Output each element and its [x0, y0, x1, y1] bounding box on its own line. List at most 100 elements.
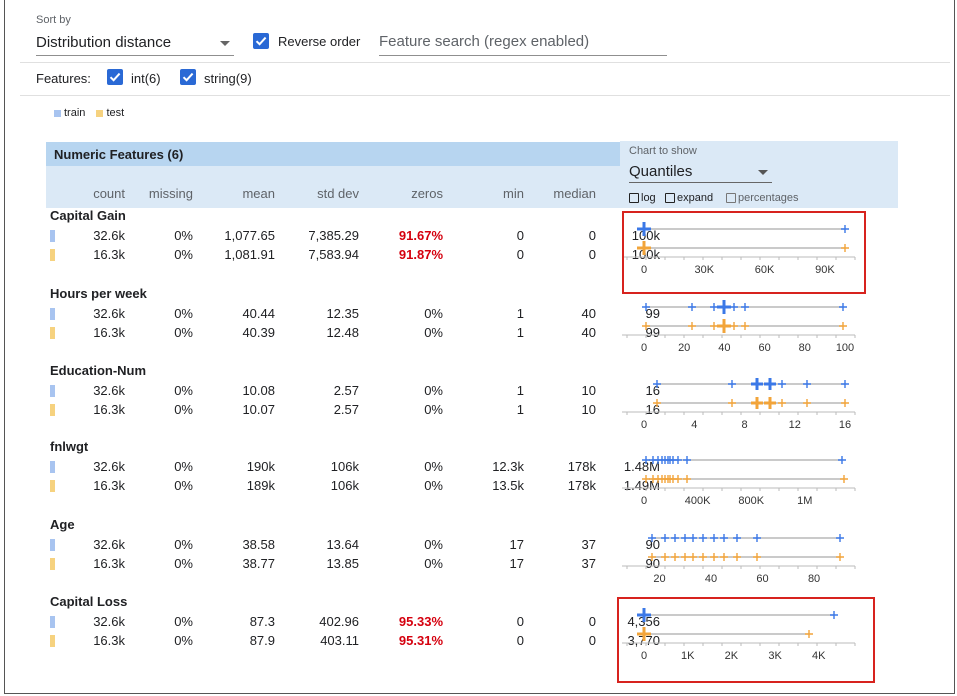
chart-type-select[interactable]: Quantiles	[629, 160, 772, 183]
cell-max: 99	[645, 325, 660, 340]
sort-by-select[interactable]: Distribution distance	[36, 30, 234, 56]
features-int-label: int(6)	[131, 71, 161, 86]
chart-type-value: Quantiles	[629, 163, 693, 180]
cell-mean: 87.3	[249, 614, 275, 629]
log-toggle[interactable]: log	[629, 192, 656, 204]
cell-zeros: 0%	[424, 402, 443, 417]
cell-missing: 0%	[174, 383, 193, 398]
table-title: Numeric Features (6)	[54, 147, 184, 162]
cell-max: 16	[645, 402, 660, 417]
checkbox-icon[interactable]	[726, 193, 736, 204]
cell-zeros: 0%	[424, 325, 443, 340]
cell-zeros: 0%	[424, 383, 443, 398]
cell-missing: 0%	[174, 402, 193, 417]
column-header-mean[interactable]: mean	[195, 186, 275, 201]
feature-search[interactable]	[379, 30, 667, 56]
percentages-toggle[interactable]: percentages	[726, 192, 799, 204]
cell-missing: 0%	[174, 325, 193, 340]
divider	[20, 62, 950, 63]
expand-label: expand	[677, 192, 714, 205]
cell-std-dev: 402.96	[319, 614, 359, 629]
cell-zeros: 95.33%	[398, 614, 443, 629]
cell-max: 1.49M	[623, 478, 660, 493]
cell-min: 0	[516, 633, 524, 648]
cell-min: 1	[516, 402, 524, 417]
cell-mean: 10.08	[242, 383, 275, 398]
cell-min: 17	[509, 556, 524, 571]
checkbox-checked-icon[interactable]	[107, 69, 123, 85]
cell-max: 99	[645, 306, 660, 321]
cell-std-dev: 106k	[330, 459, 359, 474]
cell-min: 1	[516, 306, 524, 321]
cell-mean: 189k	[246, 478, 275, 493]
cell-mean: 40.39	[242, 325, 275, 340]
cell-zeros: 0%	[424, 537, 443, 552]
checkbox-icon[interactable]	[665, 193, 675, 204]
cell-zeros: 0%	[424, 306, 443, 321]
cell-min: 0	[516, 614, 524, 629]
cell-mean: 38.77	[242, 556, 275, 571]
divider	[20, 95, 950, 96]
column-header-min[interactable]: min	[444, 186, 524, 201]
cell-mean: 40.44	[242, 306, 275, 321]
cell-min: 13.5k	[492, 478, 524, 493]
chart-to-show-label: Chart to show	[629, 145, 697, 157]
cell-missing: 0%	[174, 459, 193, 474]
cell-mean: 190k	[246, 459, 275, 474]
checkbox-checked-icon[interactable]	[180, 69, 196, 85]
legend-train-swatch	[54, 109, 61, 117]
reverse-order-label: Reverse order	[278, 34, 361, 49]
feature-name: Education-Num	[50, 363, 147, 378]
cell-missing: 0%	[174, 478, 193, 493]
column-header-missing[interactable]: missing	[113, 186, 193, 201]
cell-std-dev: 403.11	[320, 633, 359, 648]
cell-mean: 38.58	[242, 537, 275, 552]
feature-search-input[interactable]	[379, 33, 659, 50]
features-string-label: string(9)	[204, 71, 252, 86]
cell-std-dev: 13.85	[326, 556, 359, 571]
cell-min: 1	[516, 383, 524, 398]
cell-max: 90	[645, 556, 660, 571]
checkbox-checked-icon[interactable]	[253, 33, 269, 49]
column-header-std-dev[interactable]: std dev	[279, 186, 359, 201]
cell-std-dev: 12.48	[326, 325, 359, 340]
cell-std-dev: 2.57	[333, 383, 359, 398]
cell-missing: 0%	[174, 247, 193, 262]
checkbox-icon[interactable]	[629, 193, 639, 204]
cell-min: 0	[516, 247, 524, 262]
cell-mean: 87.9	[249, 633, 275, 648]
sort-by-label: Sort by	[36, 14, 71, 26]
app-frame	[4, 0, 955, 694]
cell-zeros: 95.31%	[398, 633, 443, 648]
cell-std-dev: 2.57	[333, 402, 359, 417]
cell-missing: 0%	[174, 306, 193, 321]
cell-zeros: 0%	[424, 478, 443, 493]
cell-std-dev: 7,583.94	[308, 247, 359, 262]
cell-missing: 0%	[174, 228, 193, 243]
dropdown-arrow-icon	[758, 170, 768, 175]
log-label: log	[641, 192, 656, 205]
legend-train-label: train	[64, 107, 86, 120]
cell-std-dev: 106k	[330, 478, 359, 493]
cell-missing: 0%	[174, 614, 193, 629]
cell-zeros: 91.87%	[398, 247, 443, 262]
expand-toggle[interactable]: expand	[665, 192, 713, 204]
cell-missing: 0%	[174, 633, 193, 648]
column-header-zeros[interactable]: zeros	[363, 186, 443, 201]
feature-name: fnlwgt	[50, 439, 89, 454]
cell-zeros: 0%	[424, 556, 443, 571]
sort-by-value: Distribution distance	[36, 34, 172, 51]
cell-zeros: 91.67%	[398, 228, 443, 243]
cell-std-dev: 7,385.29	[308, 228, 359, 243]
cell-zeros: 0%	[424, 459, 443, 474]
feature-name: Hours per week	[50, 286, 147, 301]
cell-mean: 1,077.65	[224, 228, 275, 243]
cell-missing: 0%	[174, 537, 193, 552]
legend-test-swatch	[96, 109, 104, 117]
cell-min: 1	[516, 325, 524, 340]
feature-name: Age	[50, 517, 75, 532]
cell-max: 1.48M	[623, 459, 660, 474]
cell-min: 0	[516, 228, 524, 243]
table-title-bar: Numeric Features (6)	[46, 142, 620, 166]
cell-mean: 10.07	[242, 402, 275, 417]
